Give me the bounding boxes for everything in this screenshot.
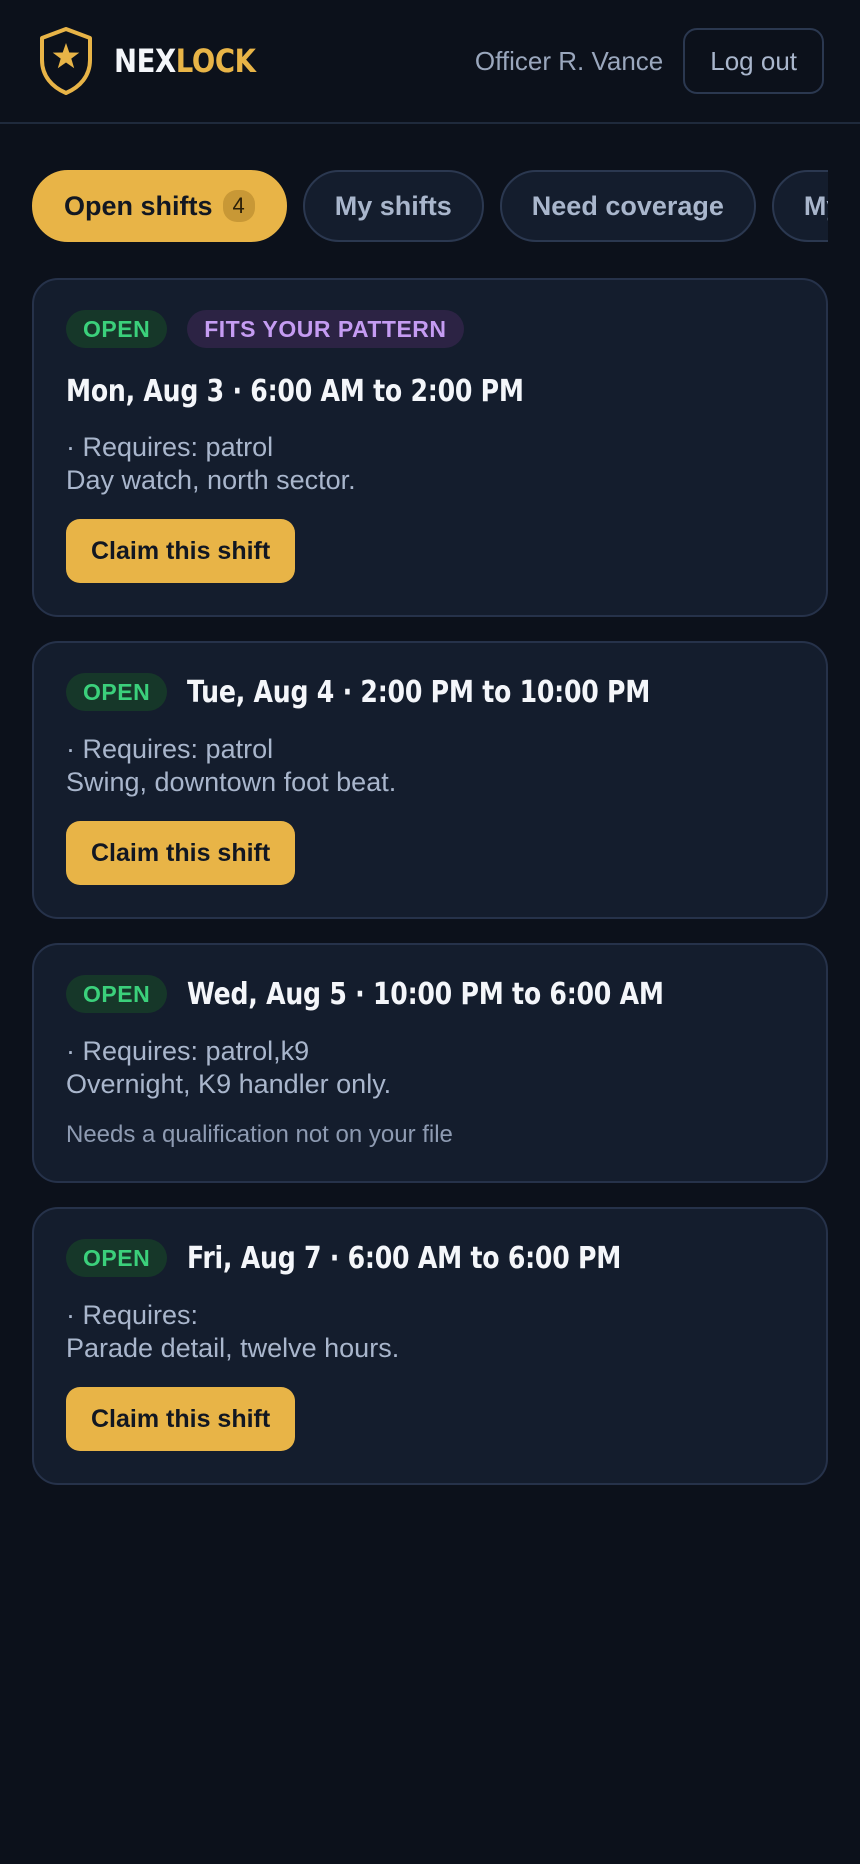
claim-shift-button[interactable]: Claim this shift [66,1387,296,1451]
tab-label: My shifts [334,190,452,221]
badge-row: OPEN Tue, Aug 4 · 2:00 PM to 10:00 PM [66,673,794,711]
shift-title: Tue, Aug 4 · 2:00 PM to 10:00 PM [187,674,651,710]
tab-count-badge: 4 [222,190,255,222]
shift-title: Fri, Aug 7 · 6:00 AM to 6:00 PM [187,1240,622,1276]
shift-description: Swing, downtown foot beat. [66,767,397,797]
tab-open-shifts[interactable]: Open shifts 4 [32,170,287,242]
shift-requirements: · Requires: patrol [66,734,274,764]
tab-my-shifts[interactable]: My shifts [302,170,484,242]
pattern-fit-badge: FITS YOUR PATTERN [187,310,464,348]
qualification-note: Needs a qualification not on your file [66,1121,453,1148]
claim-shift-button[interactable]: Claim this shift [66,821,296,885]
tab-my-overflow[interactable]: My [771,170,828,242]
shift-title: Mon, Aug 3 · 6:00 AM to 2:00 PM [66,374,524,409]
status-badge: OPEN [66,1239,168,1277]
tab-label: Open shifts [64,190,213,221]
shift-description: Day watch, north sector. [66,465,356,495]
shift-tabs: Open shifts 4 My shifts Need coverage My [32,170,828,242]
app-header: NEXLOCK Officer R. Vance Log out [0,0,860,124]
badge-row: OPEN FITS YOUR PATTERN [66,310,794,348]
shift-requirements: · Requires: patrol,k9 [66,1036,310,1066]
shield-star-icon [40,27,92,95]
shift-title: Wed, Aug 5 · 10:00 PM to 6:00 AM [187,976,664,1012]
badge-row: OPEN Fri, Aug 7 · 6:00 AM to 6:00 PM [66,1239,794,1277]
claim-shift-button[interactable]: Claim this shift [66,519,296,583]
shift-card: OPEN FITS YOUR PATTERN Mon, Aug 3 · 6:00… [32,278,828,617]
tab-label: Need coverage [531,190,724,221]
tab-label: My [803,190,828,221]
status-badge: OPEN [66,975,168,1013]
badge-row: OPEN Wed, Aug 5 · 10:00 PM to 6:00 AM [66,975,794,1013]
shift-card: OPEN Wed, Aug 5 · 10:00 PM to 6:00 AM · … [32,943,828,1183]
shift-card: OPEN Tue, Aug 4 · 2:00 PM to 10:00 PM · … [32,641,828,919]
shift-requirements: · Requires: patrol [66,432,274,462]
shift-description: Overnight, K9 handler only. [66,1069,392,1099]
shift-card: OPEN Fri, Aug 7 · 6:00 AM to 6:00 PM · R… [32,1207,828,1485]
status-badge: OPEN [66,673,168,711]
status-badge: OPEN [66,310,168,348]
officer-name: Officer R. Vance [474,45,664,76]
logout-button[interactable]: Log out [683,28,824,94]
brand-logo: NEXLOCK [114,42,256,80]
shift-list: OPEN FITS YOUR PATTERN Mon, Aug 3 · 6:00… [32,278,828,1509]
shift-description: Parade detail, twelve hours. [66,1333,400,1363]
tab-need-coverage[interactable]: Need coverage [499,170,756,242]
shift-requirements: · Requires: [66,1300,199,1330]
